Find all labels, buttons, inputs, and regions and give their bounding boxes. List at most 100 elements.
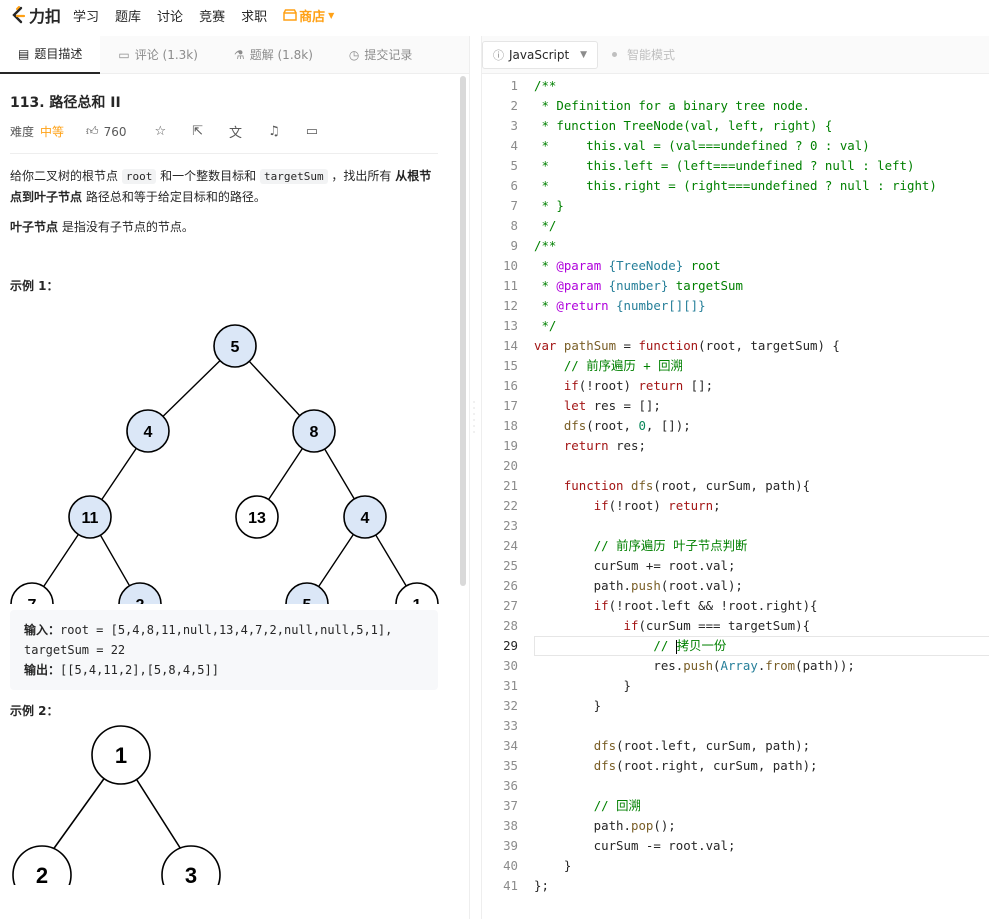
code-line[interactable]: 16 if(!root) return [];	[482, 376, 989, 396]
example-1-input: root = [5,4,8,11,null,13,4,7,2,null,null…	[24, 623, 393, 657]
line-number: 30	[503, 658, 518, 673]
code-line[interactable]: 23	[482, 516, 989, 536]
like-button[interactable]: 👍︎ 760	[86, 124, 126, 139]
nav-learn[interactable]: 学习	[73, 6, 99, 25]
code-line[interactable]: 8 */	[482, 216, 989, 236]
line-number: 24	[503, 538, 518, 553]
nav-discuss[interactable]: 讨论	[157, 6, 183, 25]
code-line[interactable]: 11 * @param {number} targetSum	[482, 276, 989, 296]
code-line[interactable]: 28 if(curSum === targetSum){	[482, 616, 989, 636]
bell-icon[interactable]: ♫	[268, 124, 280, 139]
tree-node-label: 5	[231, 339, 240, 356]
code-line[interactable]: 37 // 回溯	[482, 796, 989, 816]
code-line[interactable]: 25 curSum += root.val;	[482, 556, 989, 576]
code-line[interactable]: 20	[482, 456, 989, 476]
nav-contest[interactable]: 竞赛	[199, 6, 225, 25]
code-line[interactable]: 40 }	[482, 856, 989, 876]
code-line[interactable]: 31 }	[482, 676, 989, 696]
code-line[interactable]: 34 dfs(root.left, curSum, path);	[482, 736, 989, 756]
code-line[interactable]: 7 * }	[482, 196, 989, 216]
line-number: 4	[510, 138, 518, 153]
code-line[interactable]: 24 // 前序遍历 叶子节点判断	[482, 536, 989, 556]
shop-icon	[283, 9, 297, 21]
line-number: 31	[503, 678, 518, 693]
feedback-icon[interactable]: ▭	[306, 124, 318, 139]
line-number: 14	[503, 338, 518, 353]
code-editor[interactable]: 1 /** 2 * Definition for a binary tree nod…	[482, 76, 989, 919]
example-2-tree-image: 1 2 3	[12, 725, 221, 905]
tab-solutions[interactable]: ⚗ 题解 (1.8k)	[216, 36, 331, 74]
code-line[interactable]: 29 // 拷贝一份	[482, 636, 989, 656]
panel-resize-handle[interactable]: · · · · · ·	[472, 399, 476, 440]
code-line[interactable]: 32 }	[482, 696, 989, 716]
code-line[interactable]: 14 var pathSum = function(root, targetSum…	[482, 336, 989, 356]
difficulty-label: 难度	[10, 125, 35, 139]
code-text: curSum += root.val;	[534, 558, 736, 573]
code-line[interactable]: 21 function dfs(root, curSum, path){	[482, 476, 989, 496]
code-line[interactable]: 33	[482, 716, 989, 736]
info-icon: ⓘ	[493, 48, 504, 62]
nav-jobs[interactable]: 求职	[241, 6, 267, 25]
smart-mode-label: 智能模式	[627, 48, 676, 62]
code-line[interactable]: 5 * this.left = (left===undefined ? null…	[482, 156, 989, 176]
code-line[interactable]: 38 path.pop();	[482, 816, 989, 836]
code-line[interactable]: 1 /**	[482, 76, 989, 96]
code-line[interactable]: 35 dfs(root.right, curSum, path);	[482, 756, 989, 776]
code-text: */	[534, 318, 557, 333]
star-icon[interactable]: ☆	[154, 124, 166, 139]
code-line[interactable]: 9 /**	[482, 236, 989, 256]
nav-problems[interactable]: 题库	[115, 6, 141, 25]
line-number: 7	[510, 198, 518, 213]
code-line[interactable]: 6 * this.right = (right===undefined ? nu…	[482, 176, 989, 196]
language-select[interactable]: ⓘ JavaScript ▼	[482, 40, 598, 69]
line-number: 3	[510, 118, 518, 133]
example-1-title: 示例 1：	[10, 279, 59, 293]
code-line[interactable]: 19 return res;	[482, 436, 989, 456]
code-line[interactable]: 15 // 前序遍历 + 回溯	[482, 356, 989, 376]
code-line[interactable]: 10 * @param {TreeNode} root	[482, 256, 989, 276]
tree-node-label: 3	[185, 863, 197, 885]
line-number: 10	[503, 258, 518, 273]
code-text: // 拷贝一份	[653, 638, 727, 654]
tab-comments[interactable]: ▭ 评论 (1.3k)	[100, 36, 216, 74]
code-line[interactable]: 12 * @return {number[][]}	[482, 296, 989, 316]
statement-text: 路径总和等于给定目标和的路径。	[82, 190, 266, 204]
code-line[interactable]: 13 */	[482, 316, 989, 336]
code-text: * Definition for a binary tree node.	[534, 98, 811, 113]
code-line[interactable]: 41};	[482, 876, 989, 896]
code-text: * }	[534, 198, 564, 213]
code-line[interactable]: 30 res.push(Array.from(path));	[482, 656, 989, 676]
code-line[interactable]: 18 dfs(root, 0, []);	[482, 416, 989, 436]
code-text: res.push(Array.from(path));	[534, 658, 855, 673]
tab-description[interactable]: ▤ 题目描述	[0, 35, 101, 74]
code-text: path.pop();	[534, 818, 676, 833]
code-text: * this.left = (left===undefined ? null :…	[534, 158, 915, 173]
share-icon[interactable]: ⇱	[192, 124, 203, 139]
tree-node-label: 2	[136, 597, 145, 604]
code-line[interactable]: 36	[482, 776, 989, 796]
line-number: 21	[503, 478, 518, 493]
code-text: /**	[534, 78, 557, 93]
code-line[interactable]: 26 path.push(root.val);	[482, 576, 989, 596]
tree-node-label: 1	[413, 597, 422, 604]
description-scrollbar[interactable]	[460, 76, 466, 586]
code-line[interactable]: 4 * this.val = (val===undefined ? 0 : va…	[482, 136, 989, 156]
code-line[interactable]: 3 * function TreeNode(val, left, right) …	[482, 116, 989, 136]
code-line[interactable]: 17 let res = [];	[482, 396, 989, 416]
code-line[interactable]: 27 if(!root.left && !root.right){	[482, 596, 989, 616]
line-number: 35	[503, 758, 518, 773]
problem-panel: ▤ 题目描述 ▭ 评论 (1.3k) ⚗ 题解 (1.8k) ◷ 提交记录 1 1…	[0, 35, 470, 919]
line-number: 27	[503, 598, 518, 613]
smart-mode-toggle[interactable]: 智能模式	[612, 46, 675, 63]
tab-submissions[interactable]: ◷ 提交记录	[331, 36, 431, 74]
code-line[interactable]: 2 * Definition for a binary tree node.	[482, 96, 989, 116]
translate-icon[interactable]: 文	[229, 122, 242, 141]
language-value: JavaScript	[509, 47, 570, 62]
code-line[interactable]: 22 if(!root) return;	[482, 496, 989, 516]
code-text: * @param {number} targetSum	[534, 278, 743, 293]
leetcode-logo[interactable]: 力扣	[10, 3, 61, 27]
nav-shop[interactable]: 商店 ▼	[283, 6, 334, 25]
code-text: function dfs(root, curSum, path){	[563, 478, 811, 493]
line-number: 32	[503, 698, 518, 713]
code-line[interactable]: 39 curSum -= root.val;	[482, 836, 989, 856]
